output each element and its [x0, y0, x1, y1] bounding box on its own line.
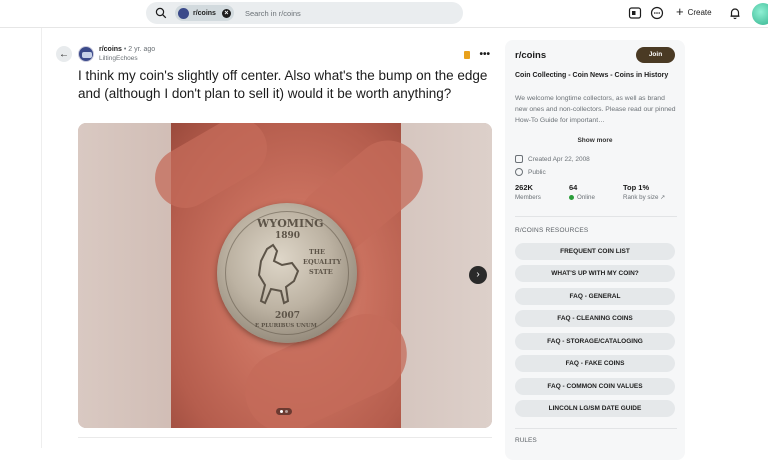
coin-text-state: WYOMING	[257, 217, 324, 230]
community-sidebar: r/coins Join Coin Collecting - Coin News…	[505, 40, 685, 460]
community-description: We welcome longtime collectors, as well …	[515, 95, 676, 124]
post-age: • 2 yr. ago	[123, 46, 156, 53]
coin-text-bottom: E PLURIBUS UNUM	[255, 323, 317, 329]
post-title: I think my coin's slightly off center. A…	[78, 68, 488, 101]
image-gallery[interactable]: WYOMING 1890 THE EQUALITY STATE 2007 E P…	[78, 123, 492, 428]
join-button[interactable]: Join	[636, 47, 675, 63]
rank-value: Top 1%	[623, 183, 650, 192]
subreddit-search-chip[interactable]: r/coins ×	[175, 5, 234, 21]
next-image-button[interactable]: ›	[469, 266, 487, 284]
resource-button[interactable]: FAQ - STORAGE/CATALOGING	[515, 333, 675, 350]
rank-stat[interactable]: Top 1% Rank by size ↗	[623, 183, 677, 201]
subreddit-avatar[interactable]	[78, 46, 94, 62]
members-count: 262K	[515, 183, 533, 192]
subreddit-link[interactable]: r/coins	[99, 46, 122, 53]
gallery-pager	[276, 408, 292, 415]
close-icon[interactable]: ×	[221, 8, 231, 18]
resource-button[interactable]: FREQUENT COIN LIST	[515, 243, 675, 260]
coin-text-year-bottom: 2007	[275, 311, 301, 321]
pager-dot	[285, 410, 288, 413]
chip-label: r/coins	[193, 9, 216, 17]
show-more-button[interactable]: Show more	[505, 137, 685, 144]
resource-button[interactable]: FAQ - CLEANING COINS	[515, 310, 675, 327]
create-label: Create	[687, 7, 712, 17]
resource-button[interactable]: LINCOLN LG/SM DATE GUIDE	[515, 400, 675, 417]
visibility-row: Public	[515, 168, 546, 176]
online-stat: 64 Online	[569, 183, 623, 201]
pager-dot-active	[280, 410, 283, 413]
divider	[515, 216, 677, 217]
back-button[interactable]: ←	[56, 46, 72, 62]
plus-icon: +	[676, 4, 684, 19]
members-stat: 262K Members	[515, 183, 569, 201]
online-count: 64	[569, 183, 578, 192]
quarter-coin: WYOMING 1890 THE EQUALITY STATE 2007 E P…	[217, 203, 357, 343]
coin-text-motto-3: STATE	[309, 268, 333, 276]
resources-heading: R/COINS RESOURCES	[515, 227, 589, 234]
search-icon	[155, 7, 167, 19]
search-input[interactable]: Search in r/coins	[245, 9, 301, 18]
search-bar[interactable]: r/coins × Search in r/coins	[146, 2, 463, 24]
coin-text-motto-1: THE	[309, 248, 325, 256]
community-stats: 262K Members 64 Online Top 1% Rank by si…	[515, 183, 677, 201]
members-label: Members	[515, 194, 541, 201]
globe-icon	[515, 168, 523, 176]
chat-icon[interactable]	[650, 6, 664, 20]
community-name: r/coins	[515, 50, 547, 61]
online-dot-icon	[569, 195, 574, 200]
post-actions-divider	[78, 437, 492, 448]
award-icon[interactable]	[464, 50, 471, 59]
user-avatar[interactable]	[752, 3, 768, 25]
rules-heading: RULES	[515, 437, 537, 444]
ad-icon[interactable]	[628, 6, 642, 20]
chevron-right-icon: ›	[476, 269, 480, 280]
subreddit-avatar	[178, 7, 189, 19]
more-options-icon[interactable]: •••	[479, 49, 490, 60]
created-date: Created Apr 22, 2008	[528, 155, 590, 163]
post-meta: ← r/coins • 2 yr. ago LiltingEchoes	[56, 40, 496, 68]
resource-button[interactable]: FAQ - COMMON COIN VALUES	[515, 378, 675, 395]
author-link[interactable]: LiltingEchoes	[99, 54, 155, 63]
external-link-icon: ↗	[660, 194, 666, 201]
create-button[interactable]: + Create	[676, 4, 712, 19]
resource-button[interactable]: FAQ - FAKE COINS	[515, 355, 675, 372]
resource-button[interactable]: FAQ - GENERAL	[515, 288, 675, 305]
created-row: Created Apr 22, 2008	[515, 155, 590, 163]
coin-text-year: 1890	[275, 231, 301, 241]
online-label: Online	[577, 194, 595, 201]
bell-icon[interactable]	[728, 6, 742, 20]
coin-photo: WYOMING 1890 THE EQUALITY STATE 2007 E P…	[144, 123, 438, 428]
community-tagline: Coin Collecting - Coin News - Coins in H…	[515, 72, 669, 79]
coin-text-motto-2: EQUALITY	[303, 258, 342, 266]
divider	[515, 428, 677, 429]
bucking-horse-icon	[257, 243, 300, 305]
rank-label: Rank by size	[623, 194, 659, 201]
cake-icon	[515, 155, 523, 163]
left-nav-rail	[0, 28, 42, 448]
arrow-left-icon: ←	[59, 48, 69, 60]
resource-button[interactable]: WHAT'S UP WITH MY COIN?	[515, 265, 675, 282]
post: ← r/coins • 2 yr. ago LiltingEchoes ••• …	[56, 40, 496, 428]
top-bar: r/coins × Search in r/coins + Create	[0, 0, 768, 28]
visibility-label: Public	[528, 168, 546, 176]
